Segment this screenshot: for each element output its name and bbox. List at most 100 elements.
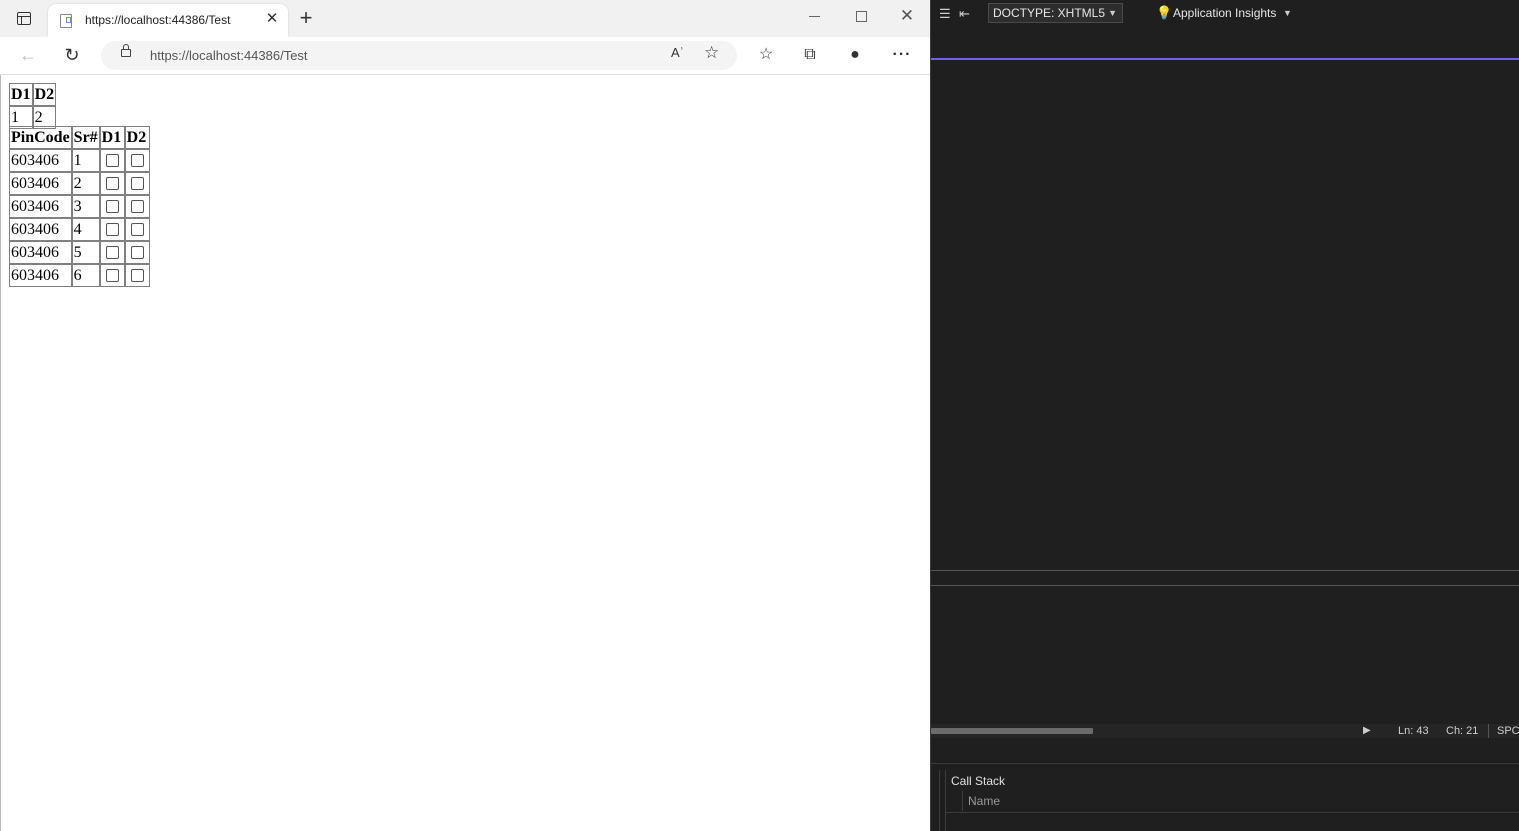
d2-checkbox-cell	[124, 172, 150, 195]
table-row: 603406 3	[9, 195, 150, 218]
header-divider	[946, 812, 1519, 813]
d1-checkbox-cell	[99, 218, 125, 241]
summary-table: D1 D2 1 2	[9, 83, 57, 129]
horizontal-scrollbar[interactable]: ▶ Ln: 43 Ch: 21 SPC	[931, 724, 1519, 738]
d2-checkbox-cell	[124, 195, 150, 218]
table-header: PinCode	[9, 126, 72, 149]
format-selection-icon[interactable]: ⇤	[959, 6, 970, 22]
d1-checkbox-cell	[99, 172, 125, 195]
table-header: D2	[32, 83, 57, 106]
table-header: D1	[99, 126, 125, 149]
lightbulb-icon[interactable]: 💡	[1156, 5, 1172, 21]
d2-checkbox[interactable]	[130, 200, 144, 214]
d2-checkbox-cell	[124, 149, 150, 172]
accent-bar	[931, 58, 1519, 60]
refresh-icon[interactable]: ↻	[60, 44, 84, 66]
more-options-icon[interactable]: ···	[890, 44, 914, 66]
table-row: 603406 5	[9, 241, 150, 264]
browser-toolbar: ← ↻ https://localhost:44386/Test Aʾ ☆ ☆ …	[0, 37, 930, 75]
d1-checkbox-cell	[99, 241, 125, 264]
pincode-cell: 603406	[9, 241, 72, 264]
call-stack-title[interactable]: Call Stack	[951, 774, 1005, 788]
table-header: D2	[124, 126, 150, 149]
d2-checkbox-cell	[124, 241, 150, 264]
page-content: D1 D2 1 2 PinCode Sr# D1 D2 603406 1 603…	[0, 75, 930, 831]
doctype-value: DOCTYPE: XHTML5	[993, 6, 1106, 20]
ide-panel: ☰ ⇤ DOCTYPE: XHTML5 ▼ 💡 Application Insi…	[930, 0, 1519, 831]
page-favicon-icon	[60, 14, 72, 28]
browser-window: https://localhost:44386/Test ✕ + ✕ ← ↻ h…	[0, 0, 930, 831]
panel-divider[interactable]	[931, 570, 1519, 571]
favorites-icon[interactable]: ☆	[754, 44, 778, 66]
table-header: D1	[9, 83, 33, 106]
d1-checkbox-cell	[99, 264, 125, 287]
pincode-cell: 603406	[9, 149, 72, 172]
sr-cell: 4	[71, 218, 100, 241]
address-bar[interactable]: https://localhost:44386/Test Aʾ ☆	[101, 41, 737, 70]
back-arrow-icon[interactable]: ←	[16, 44, 40, 66]
d2-checkbox[interactable]	[130, 269, 144, 283]
name-column-header[interactable]: Name	[968, 794, 1000, 808]
chevron-down-icon: ▼	[1108, 8, 1117, 18]
d2-checkbox[interactable]	[130, 246, 144, 260]
side-panel-edge	[931, 770, 940, 831]
d2-checkbox-cell	[124, 264, 150, 287]
column-divider	[962, 791, 963, 811]
d1-checkbox[interactable]	[105, 200, 119, 214]
table-row: 603406 6	[9, 264, 150, 287]
url-text[interactable]: https://localhost:44386/Test	[150, 48, 308, 63]
browser-tab[interactable]: https://localhost:44386/Test ✕	[48, 4, 288, 37]
tab-strip: https://localhost:44386/Test ✕ + ✕	[0, 0, 930, 37]
table-row: 603406 4	[9, 218, 150, 241]
minimize-icon[interactable]	[803, 6, 827, 26]
format-document-icon[interactable]: ☰	[939, 6, 951, 22]
sr-cell: 2	[71, 172, 100, 195]
call-stack-panel: Call Stack Name	[945, 770, 1519, 831]
scrollbar-thumb[interactable]	[931, 728, 1093, 734]
d2-checkbox[interactable]	[130, 223, 144, 237]
pincode-cell: 603406	[9, 172, 72, 195]
table-header: Sr#	[71, 126, 100, 149]
d2-checkbox[interactable]	[130, 177, 144, 191]
d1-checkbox[interactable]	[105, 269, 119, 283]
scroll-right-icon[interactable]: ▶	[1363, 725, 1371, 736]
line-number-status: Ln: 43	[1398, 725, 1429, 737]
pincode-cell: 603406	[9, 218, 72, 241]
new-tab-icon[interactable]: +	[296, 6, 316, 30]
maximize-icon[interactable]	[849, 6, 873, 26]
chevron-down-icon[interactable]: ▼	[1283, 8, 1292, 18]
window-close-icon[interactable]: ✕	[895, 6, 919, 26]
read-aloud-icon[interactable]: Aʾ	[671, 45, 684, 60]
doctype-dropdown[interactable]: DOCTYPE: XHTML5 ▼	[988, 3, 1123, 23]
profile-icon[interactable]: ●	[843, 44, 867, 66]
sr-cell: 6	[71, 264, 100, 287]
d1-checkbox[interactable]	[105, 223, 119, 237]
add-favorite-icon[interactable]: ☆	[704, 43, 719, 63]
whitespace-mode-status[interactable]: SPC	[1497, 725, 1519, 737]
lock-icon[interactable]	[121, 44, 131, 57]
tab-close-icon[interactable]: ✕	[262, 9, 282, 29]
sr-cell: 3	[71, 195, 100, 218]
d1-checkbox-cell	[99, 195, 125, 218]
application-insights-button[interactable]: Application Insights	[1173, 6, 1276, 20]
tab-actions-icon[interactable]	[17, 12, 31, 25]
d1-checkbox[interactable]	[105, 154, 119, 168]
d2-checkbox-cell	[124, 218, 150, 241]
pincode-cell: 603406	[9, 264, 72, 287]
d1-checkbox[interactable]	[105, 177, 119, 191]
status-divider	[1488, 724, 1489, 738]
sr-cell: 1	[71, 149, 100, 172]
table-row: 603406 2	[9, 172, 150, 195]
panel-divider[interactable]	[931, 585, 1519, 586]
column-number-status: Ch: 21	[1446, 725, 1479, 737]
panel-divider	[931, 763, 1519, 764]
d2-checkbox[interactable]	[130, 154, 144, 168]
pincode-cell: 603406	[9, 195, 72, 218]
d1-checkbox[interactable]	[105, 246, 119, 260]
pincode-table: PinCode Sr# D1 D2 603406 1 603406 2 6034…	[9, 126, 150, 287]
collections-icon[interactable]: ⧉	[798, 44, 822, 66]
table-row: 603406 1	[9, 149, 150, 172]
ide-toolbar: ☰ ⇤ DOCTYPE: XHTML5 ▼ 💡 Application Insi…	[931, 0, 1519, 30]
d1-checkbox-cell	[99, 149, 125, 172]
tab-title: https://localhost:44386/Test	[85, 13, 231, 27]
